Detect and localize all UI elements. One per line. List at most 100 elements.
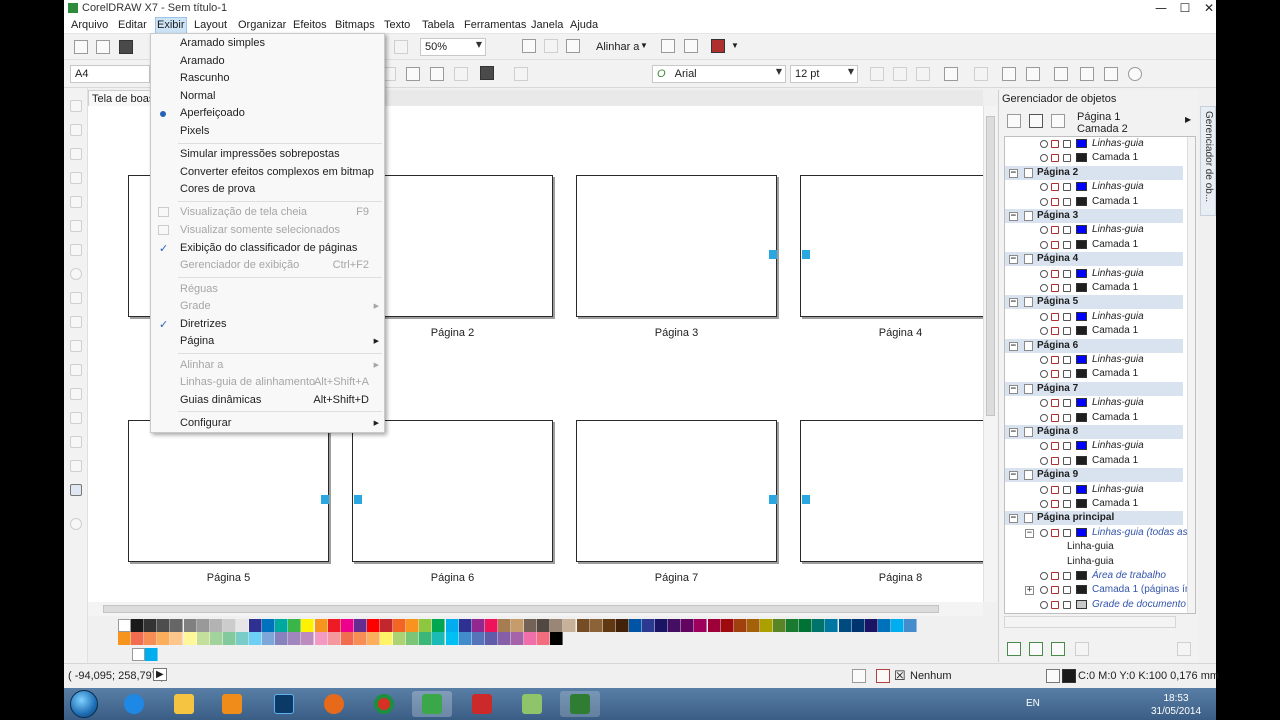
- collapse-icon[interactable]: −: [1009, 255, 1018, 265]
- object-tree-page-row[interactable]: − Página 3: [1005, 209, 1183, 223]
- color-swatch[interactable]: [576, 619, 590, 632]
- object-tree-layer-row[interactable]: Linhas-guia: [1005, 439, 1183, 453]
- start-button[interactable]: [70, 690, 98, 718]
- eye-icon[interactable]: [1040, 600, 1048, 609]
- color-swatch[interactable]: [327, 619, 341, 632]
- lock-icon[interactable]: [1063, 413, 1071, 422]
- photoshop-icon[interactable]: [264, 691, 304, 717]
- color-swatch[interactable]: [406, 619, 420, 632]
- new-master-layer-even-icon[interactable]: [1075, 642, 1089, 656]
- layer-color-swatch[interactable]: [1076, 326, 1087, 336]
- color-swatch[interactable]: [471, 632, 485, 645]
- object-tree-layer-row[interactable]: Camada 1: [1005, 281, 1183, 295]
- color-swatch[interactable]: [222, 632, 236, 645]
- collapse-icon[interactable]: −: [1025, 528, 1034, 538]
- print-icon[interactable]: [1051, 413, 1059, 422]
- lock-icon[interactable]: [1063, 327, 1071, 336]
- object-tree-layer-row[interactable]: Camada 1: [1005, 324, 1183, 338]
- color-swatch[interactable]: [681, 619, 695, 632]
- eye-icon[interactable]: [1040, 500, 1048, 508]
- print-icon[interactable]: [1051, 312, 1059, 321]
- layer-color-swatch[interactable]: [1076, 355, 1087, 364]
- object-tree-layer-row[interactable]: Linhas-guia: [1005, 310, 1183, 324]
- shape-tool-icon[interactable]: [70, 124, 82, 136]
- save-icon[interactable]: [119, 40, 133, 54]
- print-icon[interactable]: [1051, 356, 1059, 364]
- layer-color-swatch[interactable]: [1076, 455, 1087, 465]
- coreldraw-icon[interactable]: [412, 691, 452, 717]
- color-swatch[interactable]: [668, 619, 682, 632]
- color-swatch[interactable]: [615, 619, 629, 632]
- page-thumbnail-7[interactable]: [576, 420, 777, 562]
- horizontal-scrollbar[interactable]: [88, 602, 983, 616]
- bold-icon[interactable]: [870, 67, 884, 81]
- menu-item-draft[interactable]: Rascunho: [152, 70, 383, 87]
- tab-welcome-screen[interactable]: Tela de boas-vindas: [88, 90, 154, 106]
- eye-icon[interactable]: [1040, 572, 1048, 580]
- drop-shadow-tool-icon[interactable]: [70, 388, 82, 400]
- eye-icon[interactable]: [1040, 154, 1048, 163]
- eye-icon[interactable]: [1040, 456, 1048, 465]
- lock-icon[interactable]: [1063, 284, 1071, 292]
- layer-color-swatch[interactable]: [1076, 182, 1087, 192]
- color-swatch[interactable]: [707, 619, 721, 632]
- print-icon[interactable]: [1051, 528, 1059, 537]
- menu-item-wireframe[interactable]: Aramado: [152, 53, 383, 70]
- media-player-icon[interactable]: [212, 691, 252, 717]
- object-tree-layer-row[interactable]: Linhas-guia: [1005, 353, 1183, 367]
- delete-icon[interactable]: [1177, 642, 1191, 656]
- color-swatch[interactable]: [694, 619, 708, 632]
- color-swatch[interactable]: [497, 632, 511, 645]
- object-tree-layer-row[interactable]: Linha-guia: [1005, 555, 1183, 569]
- print-icon[interactable]: [1051, 572, 1059, 580]
- menu-efeitos[interactable]: Efeitos: [293, 19, 327, 31]
- lock-icon[interactable]: [1063, 528, 1071, 537]
- clock-time[interactable]: 18:53: [1154, 693, 1198, 704]
- layout-icon[interactable]: [454, 67, 468, 81]
- color-swatch[interactable]: [825, 619, 839, 632]
- zoom-combo[interactable]: 50% ▼: [420, 38, 486, 56]
- freehand-tool-icon[interactable]: [70, 196, 82, 208]
- outline-pen-icon[interactable]: [1046, 669, 1060, 683]
- layer-color-swatch[interactable]: [1076, 441, 1087, 451]
- color-swatch[interactable]: [484, 619, 498, 632]
- color-swatch[interactable]: [209, 619, 223, 632]
- lock-icon[interactable]: [1063, 269, 1071, 278]
- color-swatch[interactable]: [353, 619, 367, 632]
- color-swatch[interactable]: [196, 619, 210, 632]
- print-icon[interactable]: [1051, 140, 1059, 148]
- lock-icon[interactable]: [1063, 140, 1071, 148]
- snap-icon[interactable]: [394, 40, 408, 54]
- lock-icon[interactable]: [1063, 240, 1071, 249]
- print-icon[interactable]: [1051, 399, 1059, 408]
- expand-icon[interactable]: +: [1025, 586, 1034, 596]
- color-swatch[interactable]: [602, 619, 616, 632]
- color-swatch[interactable]: [118, 632, 131, 645]
- color-swatch[interactable]: [890, 619, 904, 632]
- layer-color-swatch[interactable]: [1076, 571, 1087, 580]
- page-size-combo[interactable]: A4: [70, 65, 150, 83]
- menu-item-guidelines[interactable]: ✓ Diretrizes: [152, 316, 383, 333]
- color-swatch[interactable]: [458, 619, 472, 632]
- color-swatch[interactable]: [511, 632, 524, 645]
- horizontal-scroll-thumb[interactable]: [103, 605, 939, 613]
- lock-icon[interactable]: [1063, 442, 1071, 451]
- menu-item-page[interactable]: Página ▶: [152, 333, 383, 350]
- eye-icon[interactable]: [1040, 399, 1048, 408]
- eye-icon[interactable]: [1040, 197, 1048, 206]
- color-swatch[interactable]: [249, 632, 262, 645]
- eye-icon[interactable]: [1040, 586, 1048, 595]
- edit-text-icon[interactable]: [1080, 67, 1094, 81]
- eye-icon[interactable]: [1040, 442, 1048, 451]
- color-swatch[interactable]: [471, 619, 485, 632]
- object-tree-layer-row[interactable]: Linhas-guia: [1005, 223, 1183, 237]
- play-icon[interactable]: ▶: [153, 668, 167, 681]
- color-swatch[interactable]: [157, 632, 171, 645]
- print-icon[interactable]: [1051, 327, 1059, 336]
- italic-icon[interactable]: [893, 67, 907, 81]
- page-thumbnail-5[interactable]: [128, 420, 329, 562]
- eye-icon[interactable]: [1040, 284, 1048, 292]
- color-swatch[interactable]: [170, 632, 184, 645]
- bullet-list-icon[interactable]: [974, 67, 988, 81]
- object-tree-page-row[interactable]: − Página 2: [1005, 165, 1183, 180]
